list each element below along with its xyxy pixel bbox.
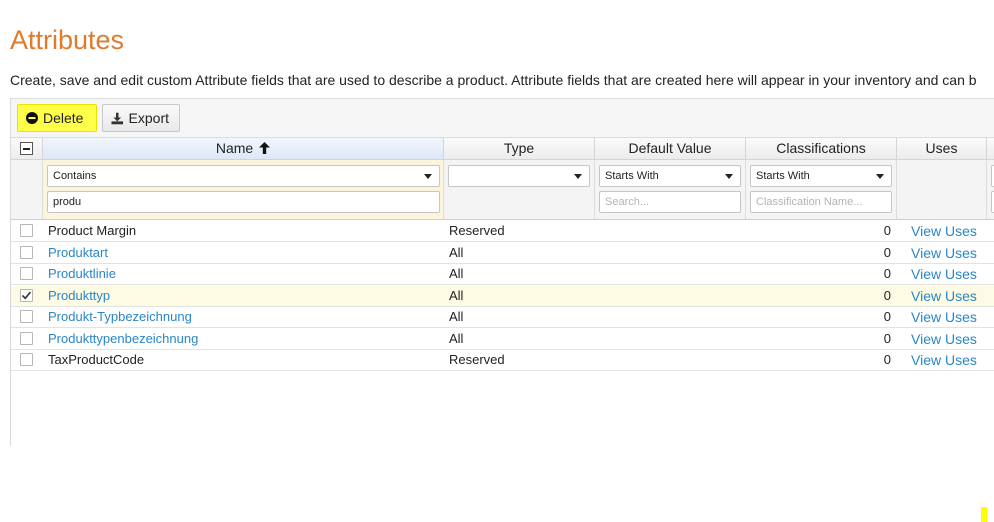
name-filter-operator-value: Contains — [53, 170, 97, 182]
row-checkbox[interactable] — [20, 245, 33, 259]
row-checkbox[interactable] — [20, 288, 33, 302]
column-header-uses[interactable]: Uses — [897, 138, 987, 159]
view-uses-link[interactable]: View Uses — [911, 350, 977, 370]
caret-down-icon — [876, 173, 884, 179]
attribute-type: All — [449, 287, 464, 303]
classifications-count: 0 — [883, 244, 891, 260]
table-row[interactable]: Produktart All 0 View Uses — [11, 243, 994, 264]
header-select-all-cell — [11, 138, 43, 159]
default-value-filter-cell: Starts With Search... — [595, 160, 746, 219]
caret-down-icon — [725, 173, 733, 179]
default-value-operator-value: Starts With — [605, 170, 659, 182]
column-header-extra — [987, 138, 994, 159]
attribute-name: Product Margin — [48, 223, 137, 238]
name-filter-input[interactable]: produ — [47, 191, 440, 213]
highlight-marker — [981, 507, 987, 522]
grid-header: Name Type Default Value Classifications … — [11, 138, 994, 160]
row-checkbox[interactable] — [20, 353, 33, 366]
table-row[interactable]: Produkt-Typbezeichnung All 0 View Uses — [11, 307, 994, 328]
minus-circle-icon — [26, 112, 38, 124]
classifications-count: 0 — [883, 352, 891, 367]
classifications-operator-value: Starts With — [756, 170, 810, 182]
caret-down-icon — [574, 173, 582, 179]
table-row[interactable]: Product Margin Reserved 0 View Uses — [11, 221, 994, 242]
delete-button-label: Delete — [43, 110, 84, 126]
type-filter-select[interactable] — [448, 165, 590, 187]
row-checkbox[interactable] — [20, 224, 33, 237]
default-value-operator-select[interactable]: Starts With — [599, 165, 741, 187]
export-button[interactable]: Export — [102, 104, 180, 132]
attribute-name: TaxProductCode — [48, 352, 145, 367]
attribute-name-link[interactable]: Produktlinie — [48, 264, 116, 284]
attribute-name-link[interactable]: Produkttyp — [48, 286, 110, 306]
attribute-type: All — [449, 309, 464, 324]
classification-name-input[interactable]: Classification Name... — [750, 191, 892, 213]
column-header-default-value[interactable]: Default Value — [595, 138, 746, 159]
classifications-count: 0 — [883, 266, 891, 281]
table-row[interactable]: Produkttypenbezeichnung All 0 View Uses — [11, 329, 994, 350]
classifications-operator-select[interactable]: Starts With — [750, 165, 892, 187]
download-icon — [111, 112, 124, 124]
page-title: Attributes — [10, 25, 125, 55]
table-row[interactable]: Produkttyp All 0 View Uses — [11, 285, 994, 307]
row-checkbox[interactable] — [20, 331, 33, 345]
delete-button[interactable]: Delete — [17, 104, 97, 132]
uses-filter-cell — [897, 160, 987, 219]
name-filter-operator-select[interactable]: Contains — [47, 165, 440, 187]
attribute-name-link[interactable]: Produktart — [48, 243, 108, 263]
attribute-type: Reserved — [449, 352, 505, 367]
classifications-count: 0 — [883, 223, 891, 238]
type-filter-cell — [444, 160, 595, 219]
filter-row: Contains produ Starts With Search... Sta… — [11, 160, 994, 220]
grid-toolbar: Delete Export — [11, 98, 994, 138]
extra-filter-cell — [987, 160, 994, 219]
column-name-label: Name — [215, 140, 254, 156]
attribute-type: All — [449, 244, 464, 260]
classifications-count: 0 — [883, 309, 891, 324]
attribute-type: Reserved — [449, 223, 505, 238]
table-row[interactable]: Produktlinie All 0 View Uses — [11, 264, 994, 285]
view-uses-link[interactable]: View Uses — [911, 264, 977, 284]
view-uses-link[interactable]: View Uses — [911, 307, 977, 327]
row-checkbox[interactable] — [20, 267, 33, 280]
view-uses-link[interactable]: View Uses — [911, 221, 977, 241]
classifications-filter-cell: Starts With Classification Name... — [746, 160, 897, 219]
checkmark-icon — [21, 290, 32, 299]
view-uses-link[interactable]: View Uses — [911, 286, 977, 306]
page-description: Create, save and edit custom Attribute f… — [10, 72, 977, 88]
name-filter-cell: Contains produ — [43, 160, 444, 219]
filter-spacer — [11, 160, 43, 219]
column-header-type[interactable]: Type — [444, 138, 595, 159]
classifications-count: 0 — [883, 330, 891, 346]
column-header-classifications[interactable]: Classifications — [746, 138, 897, 159]
attributes-grid: Delete Export Name Type Default Value Cl… — [10, 98, 994, 446]
view-uses-link[interactable]: View Uses — [911, 243, 977, 263]
attribute-name-link[interactable]: Produkttypenbezeichnung — [48, 329, 198, 349]
attribute-name-link[interactable]: Produkt-Typbezeichnung — [48, 307, 192, 327]
classifications-count: 0 — [883, 287, 891, 303]
view-uses-link[interactable]: View Uses — [911, 329, 977, 349]
export-button-label: Export — [128, 110, 169, 126]
default-value-search-input[interactable]: Search... — [599, 191, 741, 213]
column-header-name[interactable]: Name — [43, 138, 444, 159]
select-all-checkbox[interactable] — [20, 142, 33, 155]
caret-down-icon — [424, 173, 432, 179]
attribute-type: All — [449, 266, 464, 281]
table-row[interactable]: TaxProductCode Reserved 0 View Uses — [11, 350, 994, 371]
arrow-up-icon — [259, 142, 271, 154]
attribute-type: All — [449, 330, 464, 346]
row-checkbox[interactable] — [20, 310, 33, 323]
